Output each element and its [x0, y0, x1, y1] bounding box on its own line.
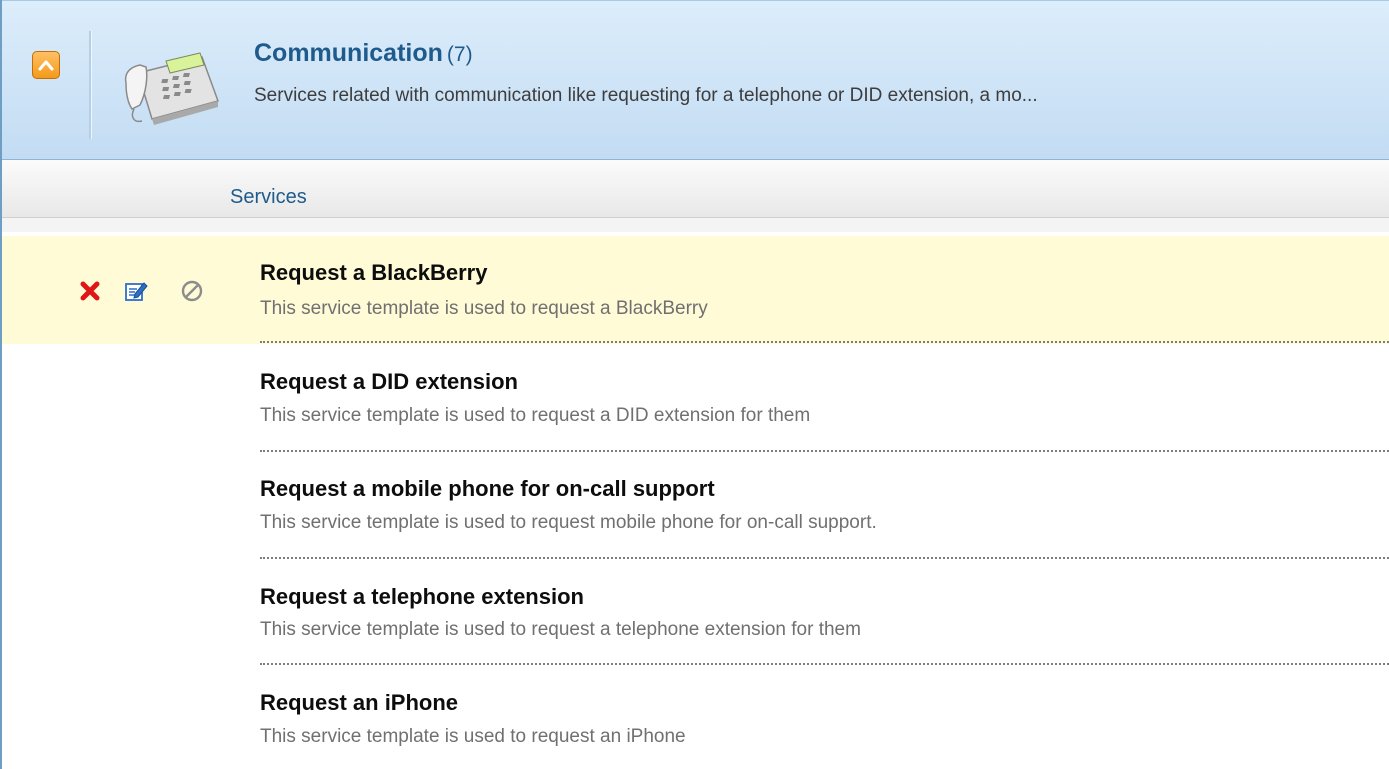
row-divider: [260, 341, 1389, 343]
service-title[interactable]: Request a mobile phone for on-call suppo…: [260, 476, 715, 502]
service-description: This service template is used to request…: [260, 726, 686, 747]
category-header: Communication (7) Services related with c…: [2, 0, 1389, 160]
service-description: This service template is used to request…: [260, 512, 877, 533]
list-spacer: [2, 218, 1389, 232]
edit-button[interactable]: [122, 277, 150, 305]
category-count: (7): [446, 43, 473, 66]
category-panel: Communication (7) Services related with c…: [0, 0, 1389, 769]
category-description: Services related with communication like…: [254, 85, 1038, 106]
service-row[interactable]: [2, 665, 1389, 769]
service-row[interactable]: [2, 344, 1389, 452]
services-label: Services: [230, 186, 307, 208]
service-row[interactable]: [2, 236, 1389, 344]
services-subheader: [2, 160, 1389, 218]
delete-button[interactable]: [76, 277, 104, 305]
telephone-icon: [124, 52, 219, 125]
service-title[interactable]: Request a telephone extension: [260, 584, 584, 610]
category-title[interactable]: Communication (7): [254, 39, 473, 68]
service-row[interactable]: [2, 452, 1389, 560]
header-divider: [89, 31, 92, 139]
service-row[interactable]: [2, 559, 1389, 667]
delete-icon: [80, 281, 100, 301]
edit-icon: [125, 282, 148, 301]
disable-button[interactable]: [178, 277, 206, 305]
disable-icon: [181, 280, 203, 302]
service-title[interactable]: Request an iPhone: [260, 690, 458, 716]
chevron-up-icon: [38, 60, 54, 71]
service-description: This service template is used to request…: [260, 619, 861, 640]
category-title-text: Communication: [254, 39, 443, 67]
service-description: This service template is used to request…: [260, 405, 811, 426]
collapse-button[interactable]: [32, 51, 60, 79]
service-description: This service template is used to request…: [260, 298, 708, 319]
service-title[interactable]: Request a DID extension: [260, 369, 518, 395]
service-title[interactable]: Request a BlackBerry: [260, 260, 487, 286]
